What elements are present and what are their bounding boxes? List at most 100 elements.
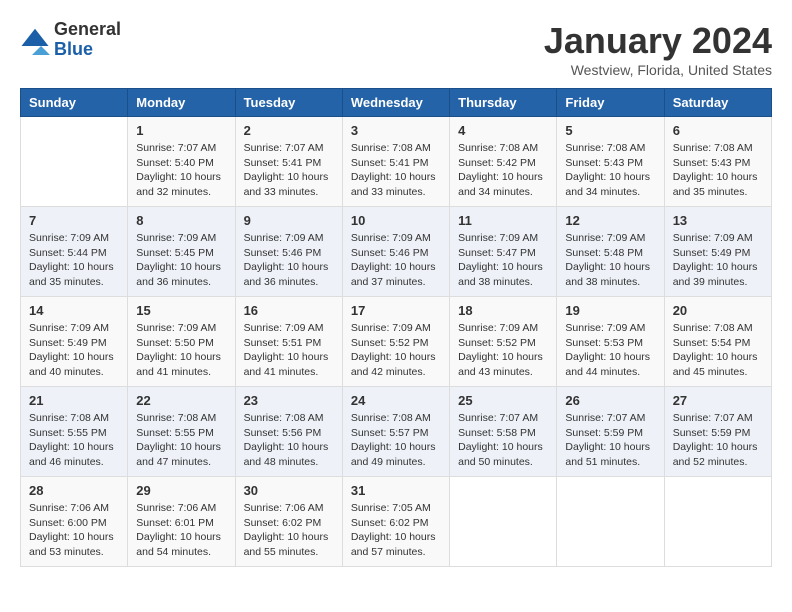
calendar-cell: 19Sunrise: 7:09 AM Sunset: 5:53 PM Dayli… [557,297,664,387]
logo-icon [20,25,50,55]
day-number: 4 [458,123,548,138]
day-number: 17 [351,303,441,318]
calendar-cell: 6Sunrise: 7:08 AM Sunset: 5:43 PM Daylig… [664,117,771,207]
calendar-cell: 27Sunrise: 7:07 AM Sunset: 5:59 PM Dayli… [664,387,771,477]
day-number: 11 [458,213,548,228]
day-number: 22 [136,393,226,408]
day-info: Sunrise: 7:09 AM Sunset: 5:45 PM Dayligh… [136,231,226,290]
day-info: Sunrise: 7:08 AM Sunset: 5:57 PM Dayligh… [351,411,441,470]
week-row-2: 7Sunrise: 7:09 AM Sunset: 5:44 PM Daylig… [21,207,772,297]
day-number: 25 [458,393,548,408]
week-row-3: 14 Sunrise: 7:09 AM Sunset: 5:49 PM Dayli… [21,297,772,387]
calendar-cell [664,477,771,567]
day-number: 28 [29,483,119,498]
day-number: 6 [673,123,763,138]
day-info: Sunrise: 7:09 AM Sunset: 5:46 PM Dayligh… [351,231,441,290]
logo-text: General Blue [54,20,121,60]
day-info: Sunrise: 7:09 AM Sunset: 5:49 PM Dayligh… [29,321,119,380]
day-number: 2 [244,123,334,138]
header-cell-saturday: Saturday [664,89,771,117]
day-number: 29 [136,483,226,498]
calendar-cell: 30 Sunrise: 7:06 AM Sunset: 6:02 PM Dayli… [235,477,342,567]
day-info: Sunrise: 7:09 AM Sunset: 5:50 PM Dayligh… [136,321,226,380]
month-title: January 2024 [544,20,772,62]
calendar-cell: 13Sunrise: 7:09 AM Sunset: 5:49 PM Dayli… [664,207,771,297]
calendar-cell: 28 Sunrise: 7:06 AM Sunset: 6:00 PM Dayli… [21,477,128,567]
calendar-table: SundayMondayTuesdayWednesdayThursdayFrid… [20,88,772,567]
calendar-cell: 12 Sunrise: 7:09 AM Sunset: 5:48 PM Dayli… [557,207,664,297]
header-cell-tuesday: Tuesday [235,89,342,117]
logo: General Blue [20,20,121,60]
day-info: Sunrise: 7:07 AM Sunset: 5:59 PM Dayligh… [565,411,655,470]
day-number: 15 [136,303,226,318]
location: Westview, Florida, United States [544,62,772,78]
calendar-cell: 1 Sunrise: 7:07 AM Sunset: 5:40 PM Daylig… [128,117,235,207]
calendar-cell [450,477,557,567]
day-info: Sunrise: 7:07 AM Sunset: 5:58 PM Dayligh… [458,411,548,470]
page-header: General Blue January 2024 Westview, Flor… [20,20,772,78]
day-number: 30 [244,483,334,498]
day-number: 20 [673,303,763,318]
day-number: 14 [29,303,119,318]
day-number: 7 [29,213,119,228]
day-info: Sunrise: 7:09 AM Sunset: 5:48 PM Dayligh… [565,231,655,290]
calendar-cell: 2Sunrise: 7:07 AM Sunset: 5:41 PM Daylig… [235,117,342,207]
day-info: Sunrise: 7:08 AM Sunset: 5:41 PM Dayligh… [351,141,441,200]
header-cell-friday: Friday [557,89,664,117]
day-info: Sunrise: 7:08 AM Sunset: 5:43 PM Dayligh… [565,141,655,200]
header-cell-thursday: Thursday [450,89,557,117]
day-number: 31 [351,483,441,498]
day-info: Sunrise: 7:06 AM Sunset: 6:02 PM Dayligh… [244,501,334,560]
day-number: 18 [458,303,548,318]
day-number: 10 [351,213,441,228]
day-info: Sunrise: 7:08 AM Sunset: 5:55 PM Dayligh… [29,411,119,470]
day-info: Sunrise: 7:09 AM Sunset: 5:52 PM Dayligh… [458,321,548,380]
day-info: Sunrise: 7:09 AM Sunset: 5:47 PM Dayligh… [458,231,548,290]
week-row-4: 21 Sunrise: 7:08 AM Sunset: 5:55 PM Dayli… [21,387,772,477]
calendar-cell: 16 Sunrise: 7:09 AM Sunset: 5:51 PM Dayli… [235,297,342,387]
calendar-cell: 20 Sunrise: 7:08 AM Sunset: 5:54 PM Dayli… [664,297,771,387]
day-info: Sunrise: 7:06 AM Sunset: 6:00 PM Dayligh… [29,501,119,560]
day-info: Sunrise: 7:09 AM Sunset: 5:52 PM Dayligh… [351,321,441,380]
day-info: Sunrise: 7:08 AM Sunset: 5:55 PM Dayligh… [136,411,226,470]
day-info: Sunrise: 7:05 AM Sunset: 6:02 PM Dayligh… [351,501,441,560]
header-row: SundayMondayTuesdayWednesdayThursdayFrid… [21,89,772,117]
day-number: 16 [244,303,334,318]
calendar-cell: 24 Sunrise: 7:08 AM Sunset: 5:57 PM Dayli… [342,387,449,477]
day-info: Sunrise: 7:06 AM Sunset: 6:01 PM Dayligh… [136,501,226,560]
calendar-cell: 10 Sunrise: 7:09 AM Sunset: 5:46 PM Dayli… [342,207,449,297]
calendar-cell: 14 Sunrise: 7:09 AM Sunset: 5:49 PM Dayli… [21,297,128,387]
calendar-cell: 25 Sunrise: 7:07 AM Sunset: 5:58 PM Dayli… [450,387,557,477]
calendar-cell: 5 Sunrise: 7:08 AM Sunset: 5:43 PM Daylig… [557,117,664,207]
day-number: 13 [673,213,763,228]
day-info: Sunrise: 7:08 AM Sunset: 5:42 PM Dayligh… [458,141,548,200]
day-info: Sunrise: 7:07 AM Sunset: 5:40 PM Dayligh… [136,141,226,200]
day-number: 9 [244,213,334,228]
day-number: 27 [673,393,763,408]
calendar-cell: 29 Sunrise: 7:06 AM Sunset: 6:01 PM Dayli… [128,477,235,567]
day-number: 24 [351,393,441,408]
day-number: 19 [565,303,655,318]
day-number: 21 [29,393,119,408]
day-number: 5 [565,123,655,138]
day-info: Sunrise: 7:08 AM Sunset: 5:54 PM Dayligh… [673,321,763,380]
calendar-cell: 4 Sunrise: 7:08 AM Sunset: 5:42 PM Daylig… [450,117,557,207]
day-info: Sunrise: 7:09 AM Sunset: 5:51 PM Dayligh… [244,321,334,380]
header-cell-monday: Monday [128,89,235,117]
title-section: January 2024 Westview, Florida, United S… [544,20,772,78]
calendar-cell: 8 Sunrise: 7:09 AM Sunset: 5:45 PM Daylig… [128,207,235,297]
calendar-cell: 22 Sunrise: 7:08 AM Sunset: 5:55 PM Dayli… [128,387,235,477]
calendar-cell: 7Sunrise: 7:09 AM Sunset: 5:44 PM Daylig… [21,207,128,297]
day-number: 26 [565,393,655,408]
day-number: 8 [136,213,226,228]
calendar-cell [21,117,128,207]
calendar-cell: 17 Sunrise: 7:09 AM Sunset: 5:52 PM Dayli… [342,297,449,387]
day-number: 3 [351,123,441,138]
header-cell-wednesday: Wednesday [342,89,449,117]
calendar-cell: 26 Sunrise: 7:07 AM Sunset: 5:59 PM Dayli… [557,387,664,477]
day-number: 12 [565,213,655,228]
calendar-cell: 15 Sunrise: 7:09 AM Sunset: 5:50 PM Dayli… [128,297,235,387]
day-number: 1 [136,123,226,138]
calendar-cell: 21 Sunrise: 7:08 AM Sunset: 5:55 PM Dayli… [21,387,128,477]
calendar-cell: 9Sunrise: 7:09 AM Sunset: 5:46 PM Daylig… [235,207,342,297]
